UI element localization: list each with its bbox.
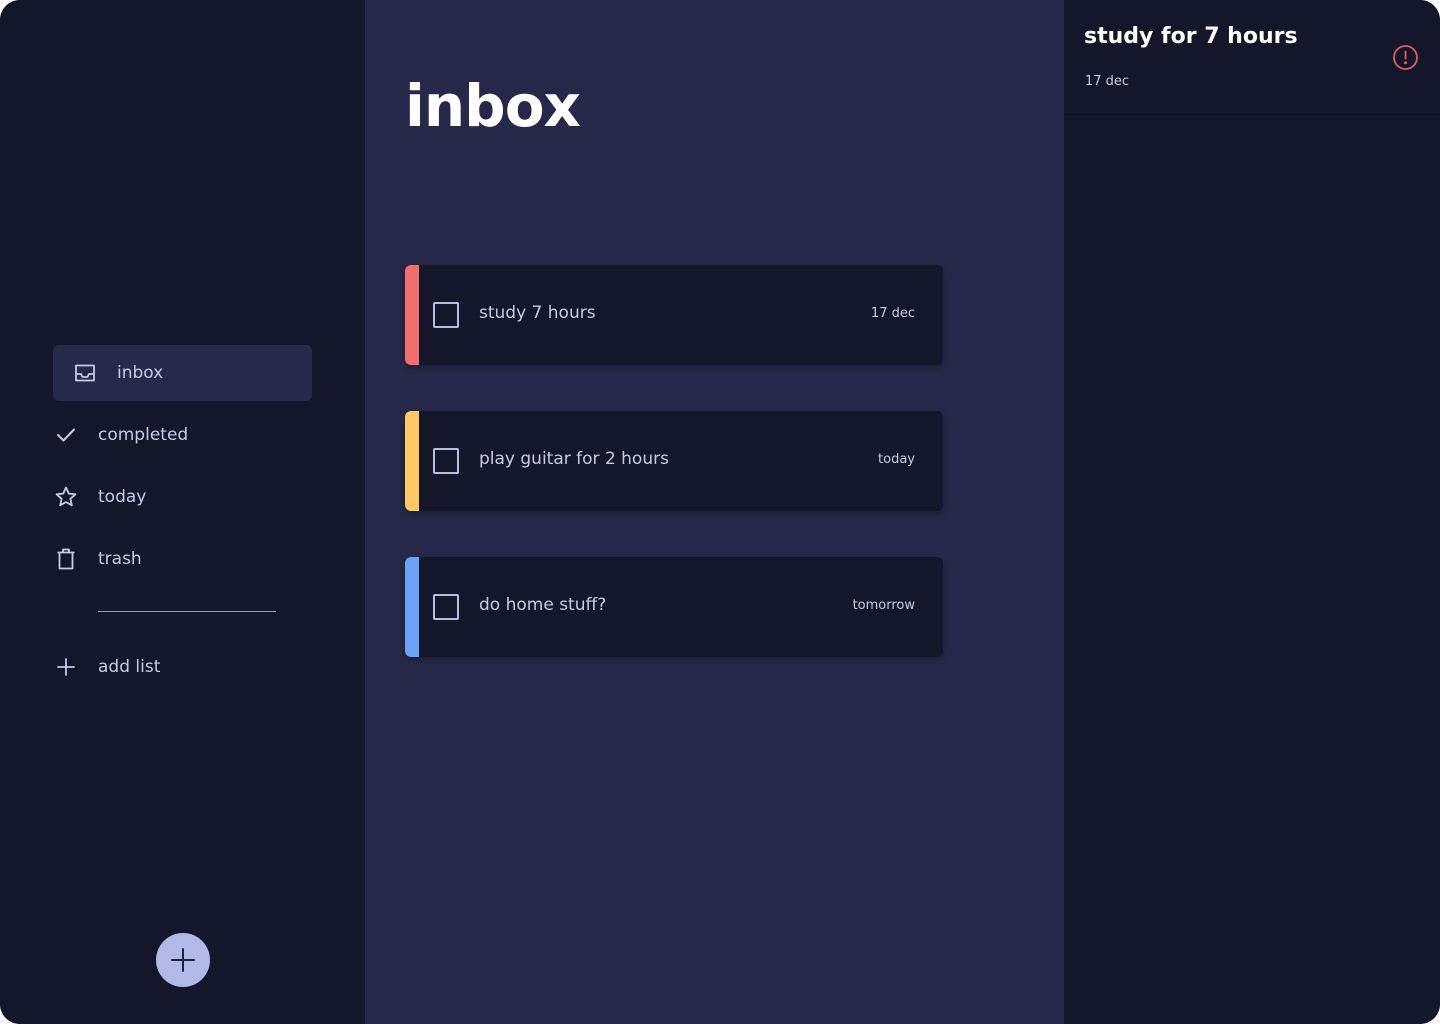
plus-icon: [53, 654, 79, 680]
priority-indicator: [405, 411, 419, 511]
task-title: play guitar for 2 hours: [479, 449, 669, 469]
task-item[interactable]: study 7 hours 17 dec: [405, 265, 943, 365]
app-window: inbox completed today trash add list inb…: [0, 0, 1440, 1024]
task-item[interactable]: do home stuff? tomorrow: [405, 557, 943, 657]
task-list-panel: inbox study 7 hours 17 dec play guitar f…: [365, 0, 1064, 1024]
task-due-date: today: [878, 452, 915, 467]
add-list-button[interactable]: add list: [53, 639, 312, 695]
plus-icon: [171, 948, 195, 972]
trash-icon: [53, 546, 79, 572]
priority-indicator: [405, 265, 419, 365]
detail-due-date[interactable]: 17 dec: [1085, 74, 1129, 89]
sidebar-item-label: completed: [98, 425, 189, 445]
sidebar-item-label: today: [98, 487, 147, 507]
task-item[interactable]: play guitar for 2 hours today: [405, 411, 943, 511]
add-task-button[interactable]: [156, 933, 210, 987]
sidebar-item-trash[interactable]: trash: [53, 531, 312, 587]
priority-indicator: [405, 557, 419, 657]
check-icon: [53, 422, 79, 448]
task-due-date: 17 dec: [870, 306, 915, 321]
task-detail-panel: study for 7 hours 17 dec: [1064, 0, 1440, 1024]
sidebar-item-today[interactable]: today: [53, 469, 312, 525]
page-title: inbox: [405, 72, 581, 140]
sidebar-item-inbox[interactable]: inbox: [53, 345, 312, 401]
task-title: study 7 hours: [479, 303, 596, 323]
inbox-icon: [72, 360, 98, 386]
task-title: do home stuff?: [479, 595, 607, 615]
star-icon: [53, 484, 79, 510]
detail-header: study for 7 hours 17 dec: [1064, 0, 1440, 115]
alert-circle-icon[interactable]: [1392, 44, 1419, 71]
sidebar-item-label: inbox: [117, 363, 164, 383]
task-checkbox[interactable]: [433, 302, 459, 328]
task-checkbox[interactable]: [433, 448, 459, 474]
sidebar-item-label: trash: [98, 549, 142, 569]
sidebar-item-completed[interactable]: completed: [53, 407, 312, 463]
add-list-label: add list: [98, 657, 161, 677]
sidebar-divider: [98, 611, 276, 612]
task-due-date: tomorrow: [852, 598, 915, 613]
sidebar: inbox completed today trash add list: [0, 0, 365, 1024]
task-checkbox[interactable]: [433, 594, 459, 620]
detail-title[interactable]: study for 7 hours: [1084, 24, 1298, 49]
